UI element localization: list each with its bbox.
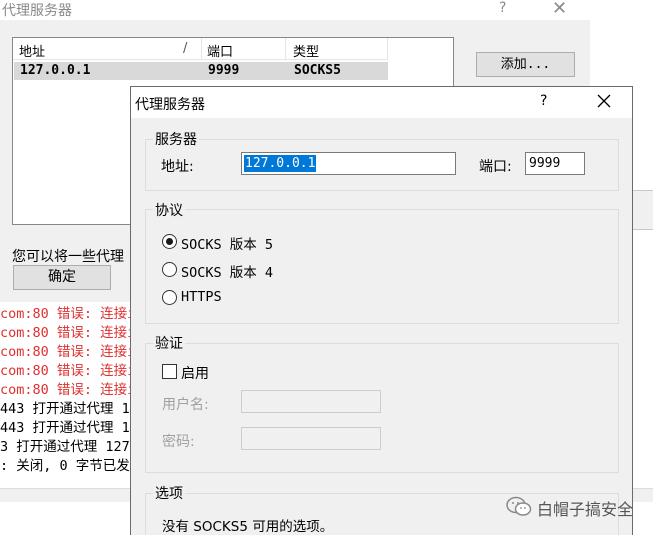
address-value: 127.0.0.1 [244,155,317,172]
socks5-radio[interactable] [162,234,177,249]
background-close-icon[interactable]: ✕ [552,0,567,19]
server-group-label: 服务器 [153,129,199,149]
socks4-radio[interactable] [162,262,177,277]
log-line: 443 打开通过代理 1 [0,401,130,417]
port-input[interactable]: 9999 [525,152,585,175]
port-label: 端口: [479,159,512,175]
column-address[interactable]: 地址 [19,41,45,60]
column-type[interactable]: 类型 [293,41,319,60]
log-line: 3 打开通过代理 127 [0,439,130,455]
watermark: 白帽子搞安全 [503,494,653,519]
background-window-titlebar: 代理服务器 ? ✕ [0,0,590,20]
protocol-group-label: 协议 [153,200,185,220]
auth-group-label: 验证 [153,333,185,353]
enable-auth-label[interactable]: 启用 [181,363,209,383]
port-value: 9999 [529,156,561,171]
https-label[interactable]: HTTPS [181,289,222,305]
username-label: 用户名: [162,397,209,413]
background-hint-text: 您可以将一些代理 [12,249,124,265]
add-button[interactable]: 添加... [476,52,575,77]
column-port[interactable]: 端口 [207,41,233,60]
background-window-title: 代理服务器 [2,3,72,19]
wechat-icon [506,496,532,516]
options-group-label: 选项 [153,483,185,503]
sort-indicator: / [183,41,188,56]
socks4-label[interactable]: SOCKS 版本 4 [181,261,273,281]
proxy-list-header: 地址 / 端口 类型 [13,38,388,60]
username-input[interactable] [241,390,381,413]
password-label: 密码: [162,434,195,450]
log-line: com:80 错误: 连接i [0,325,136,341]
close-icon[interactable] [594,90,614,112]
background-help-button[interactable]: ? [499,0,506,16]
log-line: 443 打开通过代理 1 [0,420,130,436]
https-radio[interactable] [162,290,177,305]
log-line: com:80 错误: 连接i [0,306,136,322]
auth-group [145,343,619,473]
dialog-titlebar: 代理服务器 ? [131,87,632,118]
proxy-row[interactable]: 127.0.0.1 9999 SOCKS5 [14,62,388,80]
socks5-label[interactable]: SOCKS 版本 5 [181,233,273,253]
proxy-server-dialog: 代理服务器 ? 服务器 地址: 127.0.0.1 端口: 9999 协议 SO… [130,86,633,535]
row-address: 127.0.0.1 [20,63,91,78]
dialog-title: 代理服务器 [135,97,205,113]
row-port: 9999 [208,63,240,78]
log-line: : 关闭, 0 字节已发 [0,458,130,474]
password-input[interactable] [241,427,381,450]
options-text: 没有 SOCKS5 可用的选项。 [162,519,334,535]
enable-auth-checkbox[interactable] [162,364,177,379]
row-type: SOCKS5 [294,63,341,78]
ok-button[interactable]: 确定 [13,265,111,290]
log-line: com:80 错误: 连接i [0,363,136,379]
address-input[interactable]: 127.0.0.1 [241,152,456,175]
address-label: 地址: [161,159,194,175]
help-button[interactable]: ? [540,93,547,109]
watermark-text: 白帽子搞安全 [537,500,634,519]
log-line: com:80 错误: 连接i [0,382,136,398]
background-panel-edge [632,190,653,230]
log-line: com:80 错误: 连接i [0,344,136,360]
